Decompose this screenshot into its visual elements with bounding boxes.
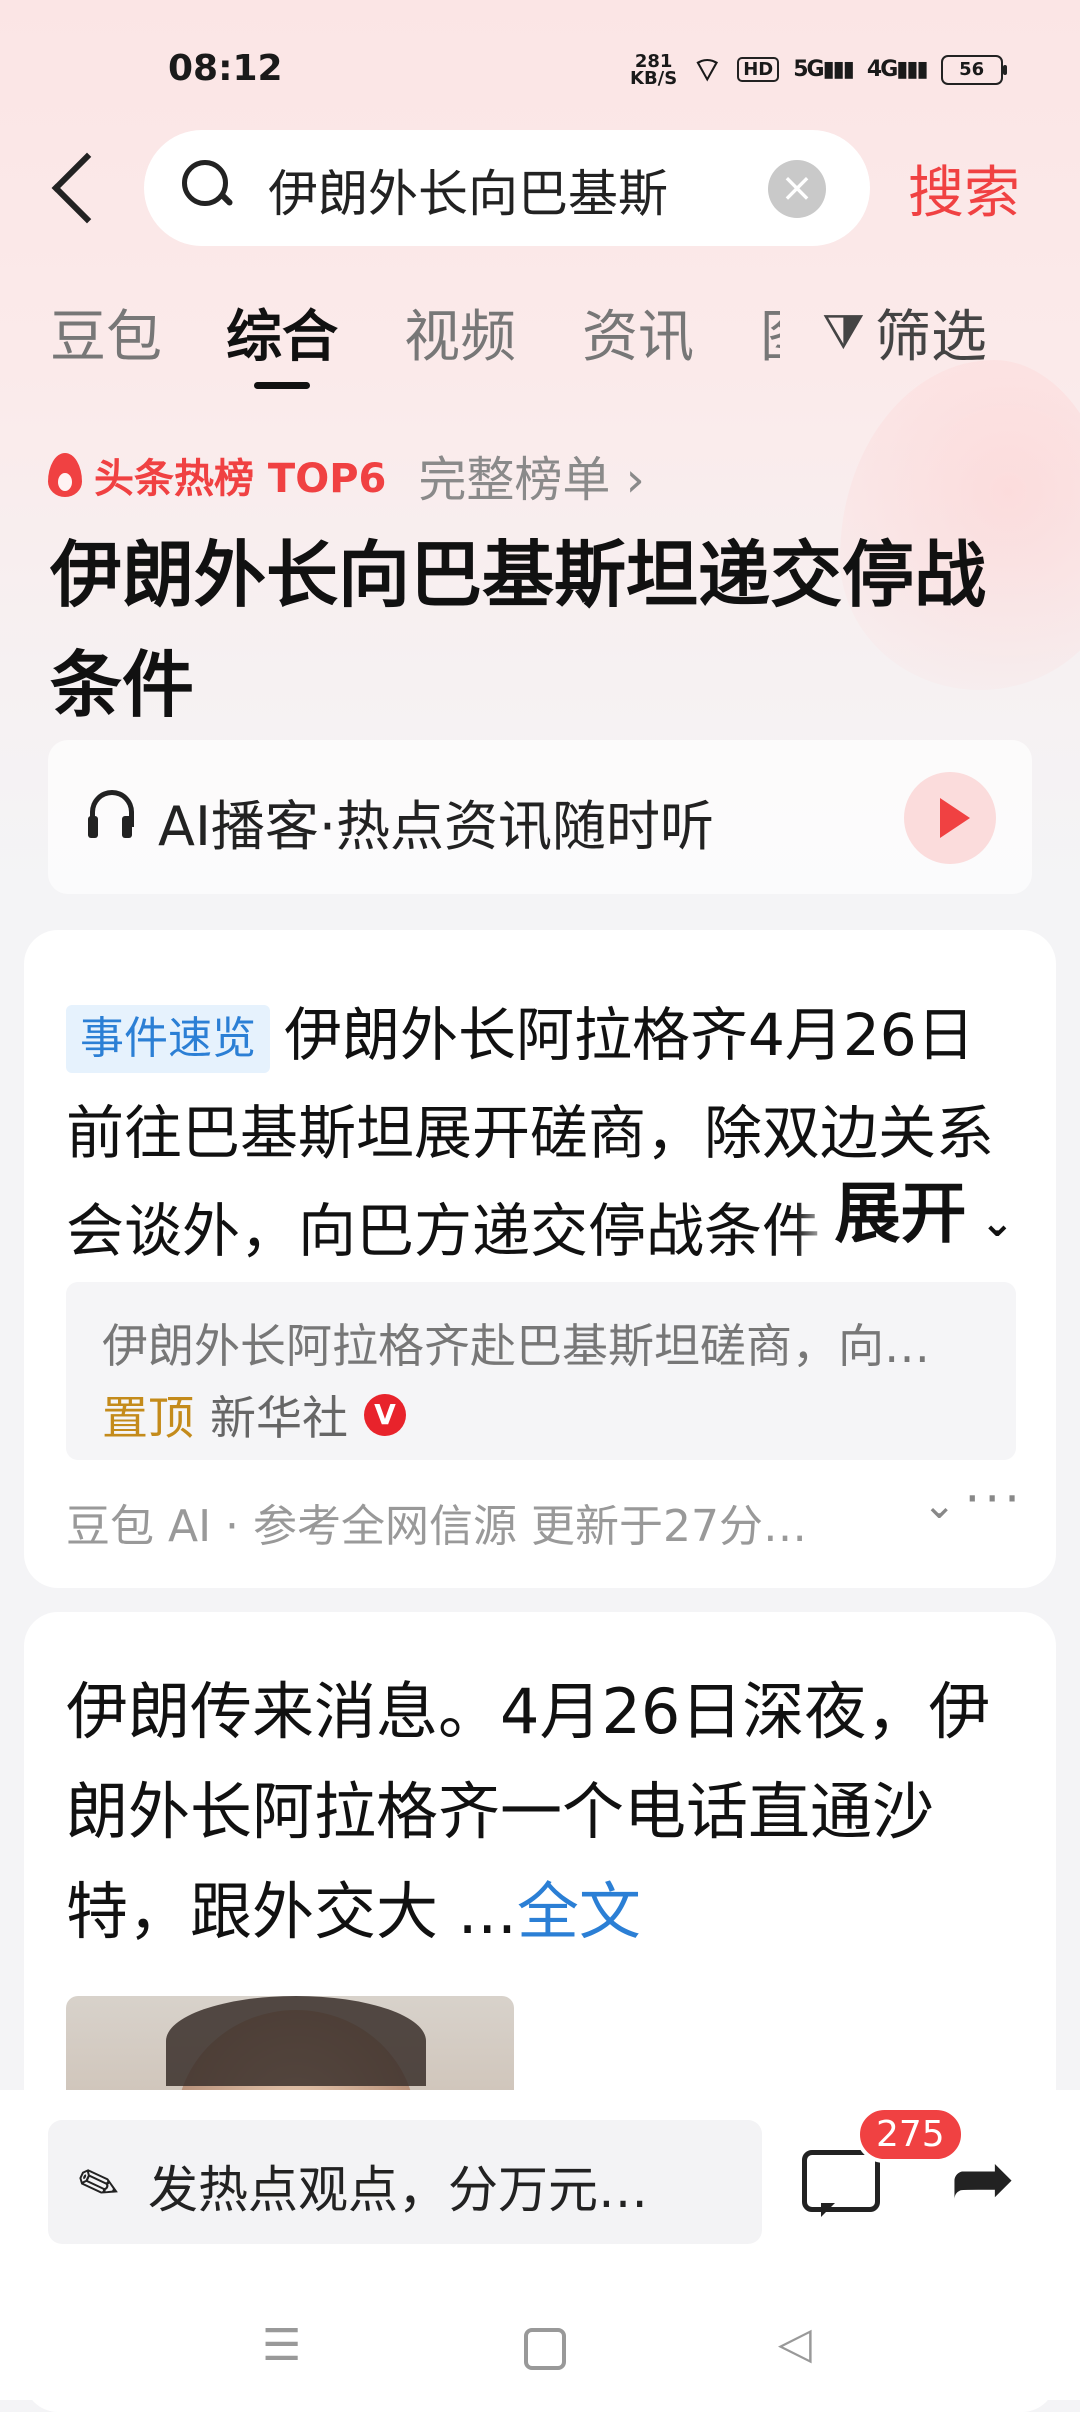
source-reference[interactable]: 伊朗外长阿拉格齐赴巴基斯坦磋商，向… 置顶 新华社 V (66, 1282, 1016, 1460)
tab-doubao[interactable]: 豆包 (50, 292, 162, 373)
system-nav-bar: ☰ ◁ (0, 2300, 1080, 2400)
filter-icon: ⧩ (822, 304, 865, 360)
menu-icon[interactable]: ☰ (262, 2320, 301, 2371)
filter-label: 筛选 (874, 305, 987, 370)
comment-input[interactable]: ✎ 发热点观点，分万元… (48, 2120, 762, 2244)
back-triangle-icon[interactable]: ◁ (778, 2318, 812, 2369)
status-bar: 08:12 281 KB/S ⌔ HD 5G▮▮▮ 4G▮▮▮ 56 (0, 40, 1080, 100)
ai-podcast-banner[interactable]: AI播客·热点资讯随时听 (48, 740, 1032, 894)
pinned-badge: 置顶 (102, 1391, 194, 1445)
comment-placeholder: 发热点观点，分万元… (148, 2161, 648, 2219)
filter-button[interactable]: ⧩ 筛选 (822, 292, 987, 373)
tab-comprehensive[interactable]: 综合 (226, 292, 338, 373)
page-title: 伊朗外长向巴基斯坦递交停战条件 (50, 533, 987, 727)
hd-icon: HD (737, 57, 780, 82)
tab-images[interactable]: 图 (760, 292, 780, 373)
network-speed: 281 KB/S (630, 50, 678, 89)
back-button[interactable] (50, 145, 123, 235)
search-button[interactable]: 搜索 (908, 148, 1020, 229)
chevron-down-icon: ⌄ (966, 1200, 1014, 1246)
chevron-down-icon[interactable]: ⌄ (922, 1482, 956, 1528)
podcast-label: AI播客·热点资讯随时听 (158, 795, 715, 858)
comment-icon (802, 2150, 880, 2217)
full-list-link[interactable]: 完整榜单 › (418, 440, 644, 510)
expand-button[interactable]: 展开 ⌄ (794, 1160, 1014, 1256)
source-name: 新华社 (210, 1391, 348, 1445)
source-title: 伊朗外长阿拉格齐赴巴基斯坦磋商，向… (102, 1319, 930, 1373)
hot-rank-label: 头条热榜 TOP6 (94, 456, 387, 502)
wifi-icon: ⌔ (691, 50, 724, 90)
search-input[interactable] (266, 154, 730, 226)
full-text-link[interactable]: 全文 (517, 1875, 641, 1948)
more-options-icon[interactable]: ··· (964, 1470, 1024, 1528)
share-icon[interactable]: ➦ (950, 2134, 1015, 2224)
signal-5g-icon: 5G▮▮▮ (793, 57, 855, 82)
source-meta: 置顶 新华社 V (102, 1382, 406, 1448)
home-icon[interactable] (524, 2328, 566, 2370)
clock: 08:12 (168, 48, 283, 89)
event-tag: 事件速览 (66, 1004, 270, 1073)
post-text-block: 伊朗传来消息。4月26日深夜，伊朗外长阿拉格齐一个电话直通沙特，跟外交大 ...… (66, 1662, 1026, 1962)
tab-news[interactable]: 资讯 (582, 292, 694, 373)
status-icons: 281 KB/S ⌔ HD 5G▮▮▮ 4G▮▮▮ 56 (630, 48, 1007, 91)
comment-count-badge: 275 (856, 2106, 965, 2163)
hot-rank-row[interactable]: 头条热榜 TOP6 完整榜单 › (48, 440, 645, 510)
summary-footer: 豆包 AI · 参考全网信源 更新于27分… (66, 1501, 807, 1552)
active-tab-indicator (254, 382, 310, 389)
battery-icon: 56 (940, 54, 1007, 85)
headphones-icon (88, 790, 134, 838)
search-bar[interactable]: × (144, 130, 870, 246)
verified-icon: V (364, 1394, 406, 1436)
clear-search-button[interactable]: × (768, 160, 826, 218)
signal-4g-icon: 4G▮▮▮ (866, 57, 929, 82)
play-button[interactable] (904, 772, 996, 864)
pen-icon: ✎ (69, 2150, 129, 2220)
search-icon (182, 160, 234, 207)
tab-video[interactable]: 视频 (404, 292, 516, 373)
event-summary-card: 事件速览 伊朗外长阿拉格齐4月26日前往巴基斯坦展开磋商，除双边关系会谈外，向巴方… (24, 930, 1056, 1588)
flame-icon (48, 453, 82, 497)
